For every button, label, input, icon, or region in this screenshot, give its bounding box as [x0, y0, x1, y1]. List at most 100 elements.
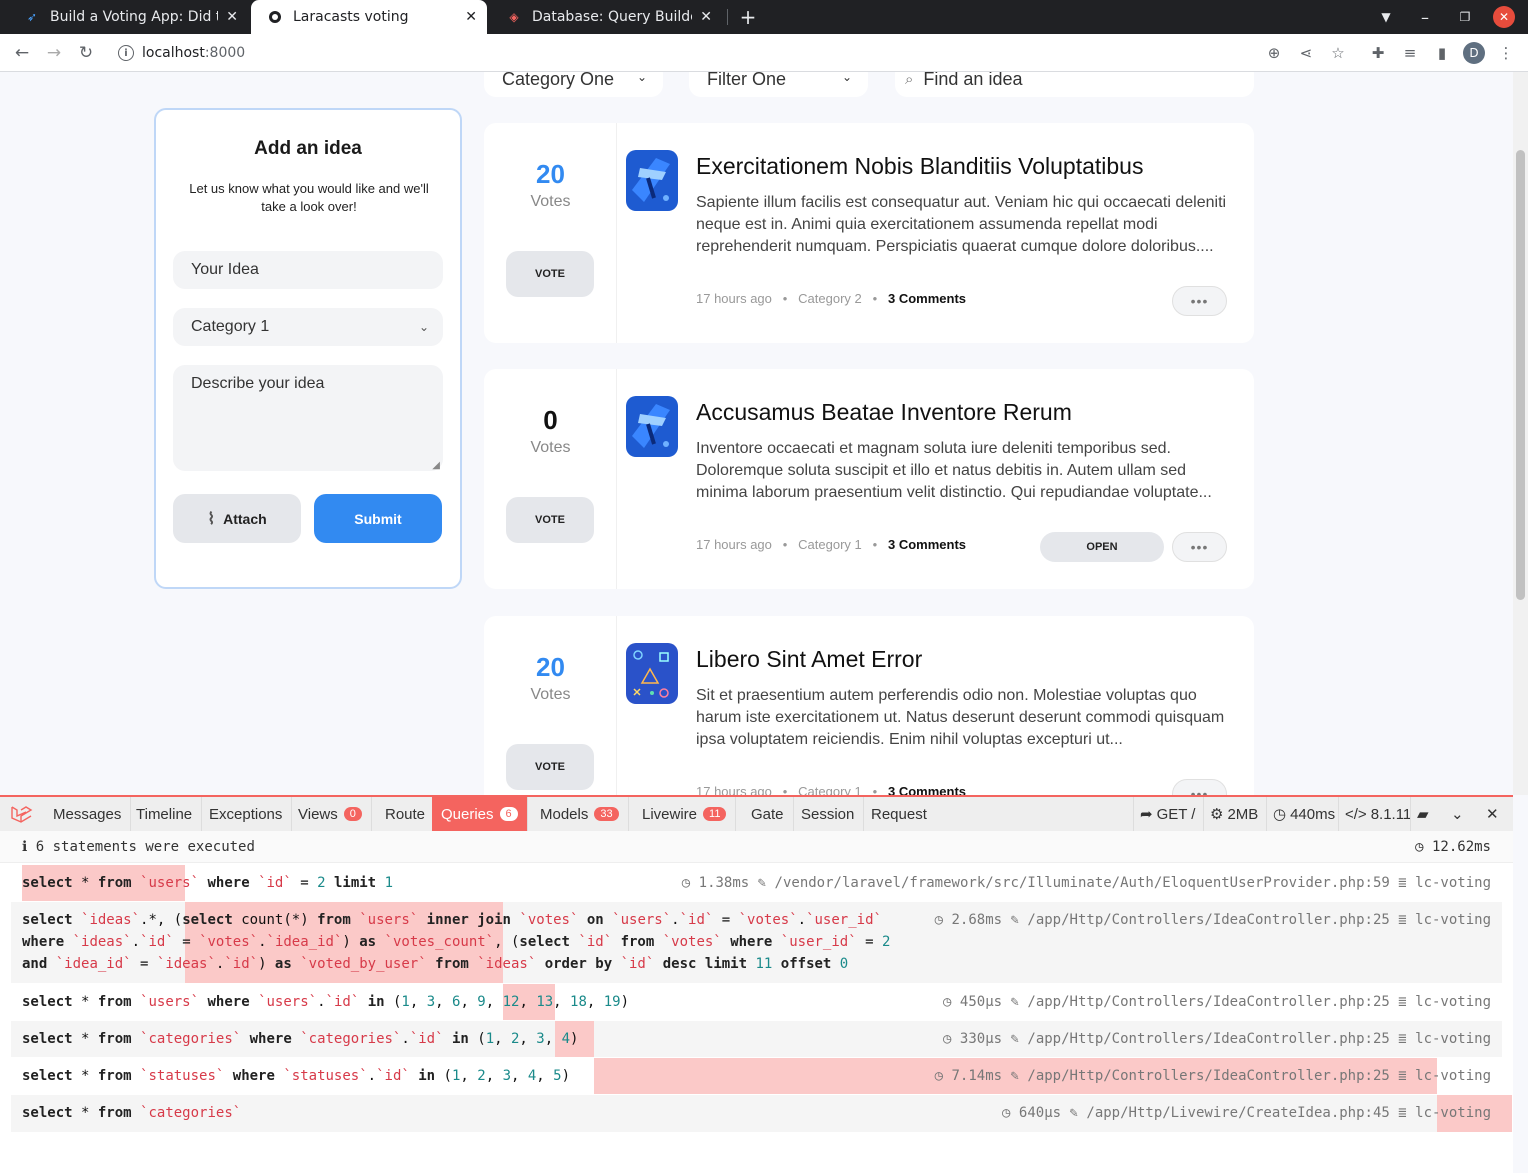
queries-summary: ℹ 6 statements were executed ◷ 12.62ms	[0, 831, 1513, 863]
query-sql: select * from `users` where `users`.`id`…	[22, 994, 630, 1010]
back-arrow-icon[interactable]: ←	[10, 41, 34, 65]
debug-tab-exceptions[interactable]: Exceptions	[200, 797, 293, 831]
forward-arrow-icon[interactable]: →	[42, 41, 66, 65]
browser-tab-voting-course[interactable]: ➶ Build a Voting App: Did th ✕	[8, 0, 248, 34]
clock-icon: ◷	[1002, 1105, 1011, 1121]
minimize-icon[interactable]: –	[1413, 5, 1437, 29]
close-window-icon[interactable]: ✕	[1493, 6, 1515, 28]
query-row[interactable]: select * from `users` where `users`.`id`…	[11, 984, 1502, 1020]
tab-search-chevron-down-icon[interactable]: ▼	[1374, 5, 1398, 29]
category-select[interactable]: Category 1 ⌄	[173, 308, 443, 346]
browser-menu-kebab-icon[interactable]: ⋮	[1494, 41, 1518, 65]
idea-card[interactable]: 20 Votes VOTE Exercitationem Nobis Bland…	[484, 123, 1254, 343]
query-row[interactable]: select * from `statuses` where `statuses…	[11, 1058, 1502, 1094]
meta-separator: •	[865, 784, 885, 795]
scrollbar-thumb[interactable]	[1516, 150, 1525, 600]
site-info-icon[interactable]: i	[118, 45, 134, 61]
debug-tab-request[interactable]: Request	[862, 797, 936, 831]
query-sql: select * from `categories`	[22, 1105, 242, 1121]
more-options-ellipsis-icon[interactable]: •••	[1172, 779, 1227, 795]
submit-button[interactable]: Submit	[314, 494, 442, 543]
media-queue-icon[interactable]: ≡	[1398, 41, 1422, 65]
memory-usage: ⚙ 2MB	[1203, 797, 1264, 831]
close-debugbar-icon[interactable]: ✕	[1480, 797, 1505, 831]
chevron-down-icon: ⌄	[636, 72, 647, 84]
idea-title[interactable]: Libero Sint Amet Error	[696, 646, 1236, 673]
app-favicon-icon	[267, 9, 283, 25]
idea-meta: 17 hours ago • Category 2 • 3 Comments	[696, 291, 966, 306]
vote-button[interactable]: VOTE	[506, 251, 594, 297]
side-panel-icon[interactable]: ▮	[1430, 41, 1454, 65]
collapse-chevron-down-icon[interactable]: ⌄	[1445, 797, 1470, 831]
bookmark-star-icon[interactable]: ☆	[1326, 41, 1350, 65]
close-tab-icon[interactable]: ✕	[226, 9, 238, 25]
new-tab-button[interactable]: +	[736, 5, 760, 29]
attach-button[interactable]: ⌇ Attach	[173, 494, 301, 543]
query-row[interactable]: select `ideas`.*, (select count(*) from …	[11, 902, 1502, 983]
vote-button[interactable]: VOTE	[506, 744, 594, 790]
summary-label: 6 statements were executed	[35, 839, 255, 855]
close-tab-icon[interactable]: ✕	[700, 9, 712, 25]
debug-tab-views[interactable]: Views 0	[289, 797, 372, 831]
page-scrollbar[interactable]	[1513, 72, 1528, 795]
method-label: GET /	[1156, 805, 1196, 823]
category-filter-select[interactable]: Category One ⌄	[484, 72, 663, 97]
idea-title-input[interactable]: Your Idea	[173, 251, 443, 289]
vote-button[interactable]: VOTE	[506, 497, 594, 543]
idea-comments-link[interactable]: 3 Comments	[888, 784, 966, 795]
tab-label: Exceptions	[209, 805, 283, 823]
tab-title: Database: Query Builder -	[532, 9, 692, 25]
debug-tab-messages[interactable]: Messages	[44, 797, 132, 831]
share-icon[interactable]: ⋖	[1294, 41, 1318, 65]
idea-title[interactable]: Accusamus Beatae Inventore Rerum	[696, 399, 1236, 426]
category-select-value: Category 1	[191, 318, 270, 335]
query-row[interactable]: select * from `categories` ◷ 640μs ✎ /ap…	[11, 1095, 1512, 1132]
idea-description-textarea[interactable]: Describe your idea ◢	[173, 365, 443, 471]
reload-icon[interactable]: ↻	[74, 41, 98, 65]
query-row[interactable]: select * from `categories` where `catego…	[11, 1021, 1502, 1057]
query-info: ◷ 640μs ✎ /app/Http/Livewire/CreateIdea.…	[1002, 1102, 1491, 1124]
debug-tab-livewire[interactable]: Livewire 11	[633, 797, 737, 831]
pin-icon: ✎	[1010, 1031, 1019, 1047]
count-badge: 33	[594, 807, 619, 821]
idea-category: Category 2	[798, 291, 862, 306]
debug-tab-models[interactable]: Models 33	[531, 797, 629, 831]
browser-tab-query-builder[interactable]: ◈ Database: Query Builder - ✕	[490, 0, 722, 34]
query-sql: select `ideas`.*, (select count(*) from …	[22, 912, 891, 972]
query-connection: lc-voting	[1415, 875, 1491, 891]
browser-tab-laracasts-voting[interactable]: Laracasts voting ✕	[251, 0, 487, 34]
close-tab-icon[interactable]: ✕	[465, 9, 477, 25]
chevron-down-icon: ⌄	[418, 320, 429, 334]
idea-title[interactable]: Exercitationem Nobis Blanditiis Voluptat…	[696, 153, 1236, 180]
laravel-logo-icon[interactable]	[9, 804, 35, 824]
open-folder-icon[interactable]: ▰	[1410, 797, 1435, 831]
other-filter-select[interactable]: Filter One ⌄	[689, 72, 868, 97]
debug-tab-session[interactable]: Session	[792, 797, 865, 831]
profile-avatar[interactable]: D	[1463, 42, 1485, 64]
resize-handle-icon[interactable]: ◢	[432, 460, 440, 471]
more-options-ellipsis-icon[interactable]: •••	[1172, 286, 1227, 316]
idea-comments-link[interactable]: 3 Comments	[888, 291, 966, 306]
more-options-ellipsis-icon[interactable]: •••	[1172, 532, 1227, 562]
votes-label: Votes	[530, 686, 571, 703]
extensions-puzzle-icon[interactable]: ✚	[1366, 41, 1390, 65]
debug-tab-queries[interactable]: Queries 6	[432, 797, 528, 831]
idea-comments-link[interactable]: 3 Comments	[888, 537, 966, 552]
idea-card[interactable]: 0 Votes VOTE Accusamus Beatae Inventore …	[484, 369, 1254, 589]
search-input[interactable]: ⌕ Find an idea	[895, 72, 1254, 97]
debug-tab-gate[interactable]: Gate	[742, 797, 794, 831]
idea-category: Category 1	[798, 784, 862, 795]
address-bar[interactable]: i localhost:8000	[108, 37, 1358, 69]
query-connection: lc-voting	[1415, 994, 1491, 1010]
php-version: </> 8.1.11	[1338, 797, 1417, 831]
query-row[interactable]: select * from `users` where `id` = 2 lim…	[11, 865, 1502, 901]
app-viewport: Category One ⌄ Filter One ⌄ ⌕ Find an id…	[0, 72, 1513, 795]
query-sql: select * from `statuses` where `statuses…	[22, 1068, 571, 1084]
vote-count: 20	[536, 652, 565, 682]
debug-tab-route[interactable]: Route	[376, 797, 436, 831]
restore-icon[interactable]: ❐	[1453, 5, 1477, 29]
debug-tab-timeline[interactable]: Timeline	[127, 797, 203, 831]
zoom-icon[interactable]: ⊕	[1262, 41, 1286, 65]
pin-icon: ✎	[1010, 1068, 1019, 1084]
idea-card[interactable]: 20 Votes VOTE Libero Sint Amet Error Sit…	[484, 616, 1254, 795]
